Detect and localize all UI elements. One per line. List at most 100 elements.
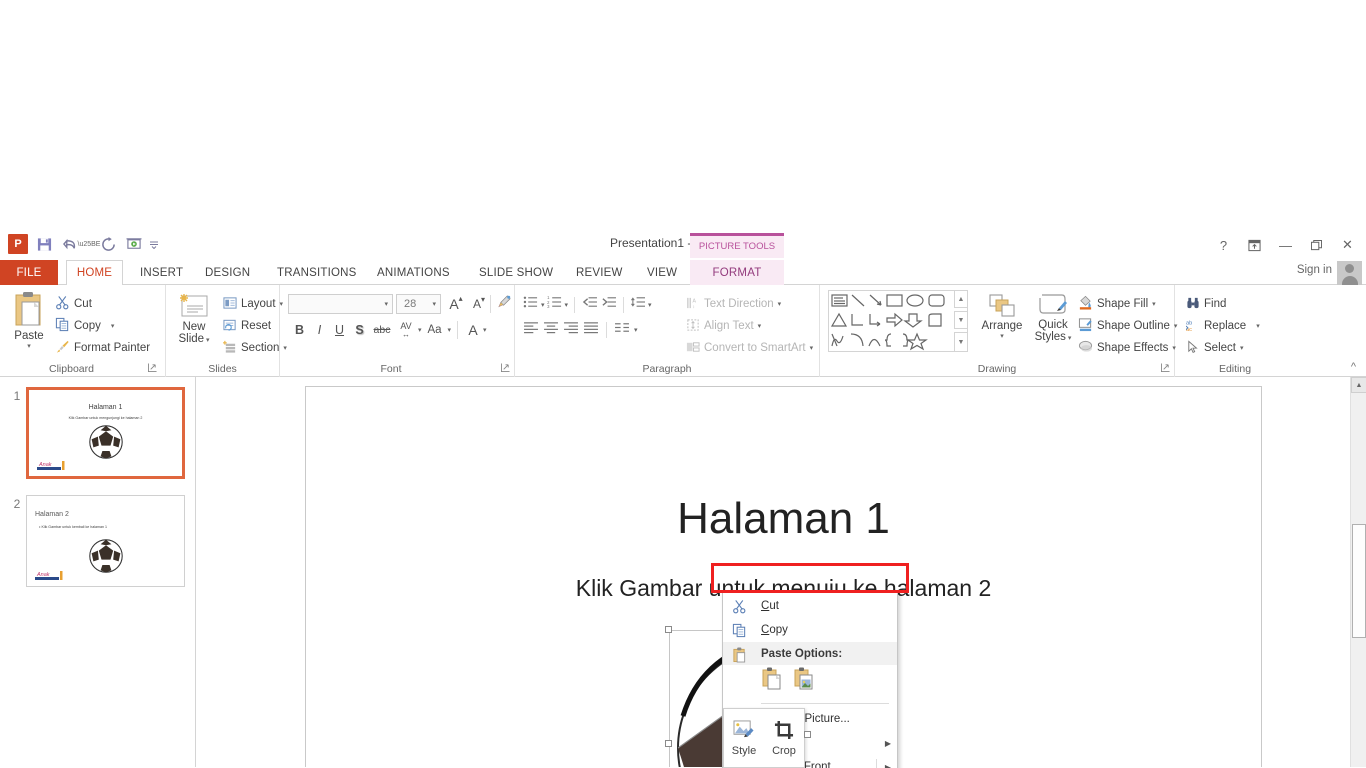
resize-handle-w[interactable] — [665, 740, 672, 747]
new-slide-dropdown-icon[interactable]: ▾ — [204, 337, 210, 344]
slide-thumbnail-pane[interactable]: 1 Halaman 1 Klik Gambar untuk mengunjung… — [0, 377, 196, 767]
thumbnail-item-2[interactable]: 2 Halaman 2 • Klik Gambar untuk kembali … — [8, 495, 185, 587]
text-direction-button[interactable]: A ↕ Text Direction ▾ — [683, 293, 816, 315]
tab-design[interactable]: DESIGN — [196, 260, 259, 285]
copy-dropdown-icon[interactable]: ▾ — [111, 322, 115, 330]
align-text-button[interactable]: Align Text ▾ — [683, 315, 816, 337]
convert-to-smartart-button[interactable]: Convert to SmartArt ▾ — [683, 337, 816, 359]
character-spacing-dropdown-icon[interactable]: ▾ — [418, 326, 422, 334]
columns-icon[interactable] — [614, 321, 630, 339]
new-slide-button[interactable]: New Slide ▾ — [171, 293, 217, 347]
select-dropdown-icon[interactable]: ▾ — [1240, 344, 1244, 352]
decrease-indent-icon[interactable] — [581, 295, 598, 314]
collapse-ribbon-button[interactable]: ^ — [1351, 361, 1356, 373]
cut-button[interactable]: Cut — [52, 293, 153, 315]
tab-home[interactable]: HOME — [66, 260, 123, 286]
line-spacing-icon[interactable] — [630, 295, 646, 314]
align-right-icon[interactable] — [563, 321, 579, 339]
bullets-dropdown-icon[interactable]: ▾ — [541, 301, 545, 309]
shapes-scroll-up-icon[interactable]: ▲ — [954, 290, 968, 308]
tab-slide-show[interactable]: SLIDE SHOW — [470, 260, 562, 285]
arrange-dropdown-icon[interactable]: ▾ — [978, 332, 1026, 340]
increase-font-size-button[interactable]: A ▴ — [444, 294, 464, 312]
decrease-font-size-button[interactable]: A ▾ — [467, 295, 487, 311]
bold-button[interactable]: B — [290, 323, 309, 337]
arrange-button[interactable]: Arrange ▾ — [978, 292, 1026, 340]
align-center-icon[interactable] — [543, 321, 559, 339]
clipboard-dialog-launcher[interactable] — [148, 363, 157, 374]
tab-file[interactable]: FILE — [0, 260, 58, 285]
format-painter-button[interactable]: Format Painter — [52, 337, 153, 359]
font-size-dropdown-icon[interactable]: ▾ — [432, 300, 436, 308]
smartart-dropdown-icon[interactable]: ▾ — [810, 344, 814, 352]
shape-effects-button[interactable]: Shape Effects ▾ — [1075, 337, 1180, 359]
shapes-gallery[interactable] — [828, 290, 968, 352]
font-size-input[interactable]: 28 ▾ — [396, 294, 441, 314]
slide-title-placeholder[interactable]: Halaman 1 — [306, 497, 1261, 541]
shape-outline-button[interactable]: Shape Outline ▾ — [1075, 315, 1180, 337]
change-case-dropdown-icon[interactable]: ▾ — [448, 326, 452, 334]
replace-button[interactable]: ab ac Replace ▾ — [1183, 315, 1263, 337]
minimize-button[interactable]: — — [1271, 234, 1300, 256]
font-dialog-launcher[interactable] — [501, 363, 510, 374]
thumbnail-slide-1[interactable]: Halaman 1 Klik Gambar untuk mengunjungi … — [26, 387, 185, 479]
restore-button[interactable] — [1302, 234, 1331, 256]
quick-styles-dropdown-icon[interactable]: ▾ — [1066, 335, 1072, 342]
font-color-dropdown-icon[interactable]: ▾ — [483, 326, 487, 334]
avatar[interactable] — [1337, 261, 1362, 285]
font-color-button[interactable]: A — [464, 322, 482, 338]
paste-keep-source-formatting-icon[interactable] — [761, 667, 783, 696]
replace-dropdown-icon[interactable]: ▾ — [1256, 322, 1260, 330]
underline-button[interactable]: U — [330, 323, 349, 337]
mini-toolbar-crop-button[interactable]: Crop — [764, 709, 804, 767]
tab-transitions[interactable]: TRANSITIONS — [268, 260, 366, 285]
change-case-button[interactable]: Aa — [423, 324, 447, 336]
clear-formatting-icon[interactable] — [494, 294, 514, 314]
text-direction-dropdown-icon[interactable]: ▾ — [778, 300, 782, 308]
tab-view[interactable]: VIEW — [638, 260, 686, 285]
font-name-input[interactable]: ▾ — [288, 294, 393, 314]
resize-handle-nw[interactable] — [665, 626, 672, 633]
font-name-dropdown-icon[interactable]: ▾ — [384, 300, 388, 308]
paste-dropdown-icon[interactable]: ▾ — [6, 342, 52, 350]
shapes-scroll-down-icon[interactable]: ▼ — [954, 311, 968, 329]
align-left-icon[interactable] — [523, 321, 539, 339]
character-spacing-button[interactable]: AV ↔ — [395, 321, 417, 339]
text-shadow-button[interactable]: S — [350, 323, 369, 337]
close-button[interactable]: ✕ — [1333, 234, 1362, 256]
line-spacing-dropdown-icon[interactable]: ▾ — [648, 301, 652, 309]
find-button[interactable]: Find — [1183, 293, 1263, 315]
thumbnail-slide-2[interactable]: Halaman 2 • Klik Gambar untuk kembali ke… — [26, 495, 185, 587]
ribbon-display-options-icon[interactable] — [1240, 234, 1269, 256]
resize-handle-e-overlay[interactable] — [804, 731, 811, 738]
italic-button[interactable]: I — [310, 323, 329, 337]
shape-fill-button[interactable]: Shape Fill ▾ — [1075, 293, 1180, 315]
drawing-dialog-launcher[interactable] — [1161, 363, 1170, 374]
justify-icon[interactable] — [583, 321, 599, 339]
select-button[interactable]: Select ▾ — [1183, 337, 1263, 359]
picture-mini-toolbar[interactable]: Style Crop — [723, 708, 805, 768]
paste-button[interactable]: Paste ▾ — [6, 291, 52, 350]
quick-styles-button[interactable]: Quick Styles ▾ — [1028, 292, 1078, 345]
numbering-dropdown-icon[interactable]: ▾ — [565, 301, 569, 309]
mini-toolbar-style-button[interactable]: Style — [724, 709, 764, 767]
shape-fill-dropdown-icon[interactable]: ▾ — [1152, 300, 1156, 308]
increase-indent-icon[interactable] — [600, 295, 617, 314]
numbering-icon[interactable]: 123 — [547, 295, 563, 314]
sign-in-link[interactable]: Sign in — [1297, 264, 1332, 276]
align-text-dropdown-icon[interactable]: ▾ — [758, 322, 762, 330]
context-menu-item-copy[interactable]: Copy — [723, 618, 897, 642]
strikethrough-button[interactable]: abc — [370, 324, 394, 336]
columns-dropdown-icon[interactable]: ▾ — [634, 326, 638, 334]
scrollbar-thumb[interactable] — [1352, 524, 1366, 638]
bullets-icon[interactable] — [523, 295, 539, 314]
tab-insert[interactable]: INSERT — [131, 260, 192, 285]
thumbnail-item-1[interactable]: 1 Halaman 1 Klik Gambar untuk mengunjung… — [8, 387, 185, 479]
copy-button[interactable]: Copy ▾ — [52, 315, 153, 337]
context-menu-item-cut[interactable]: Cut — [723, 594, 897, 618]
scroll-up-icon[interactable]: ▲ — [1351, 377, 1366, 393]
paste-picture-icon[interactable] — [793, 667, 815, 696]
tab-review[interactable]: REVIEW — [567, 260, 632, 285]
shapes-more-icon[interactable]: ▼ — [954, 332, 968, 352]
canvas-vertical-scrollbar[interactable]: ▲ — [1350, 377, 1366, 767]
